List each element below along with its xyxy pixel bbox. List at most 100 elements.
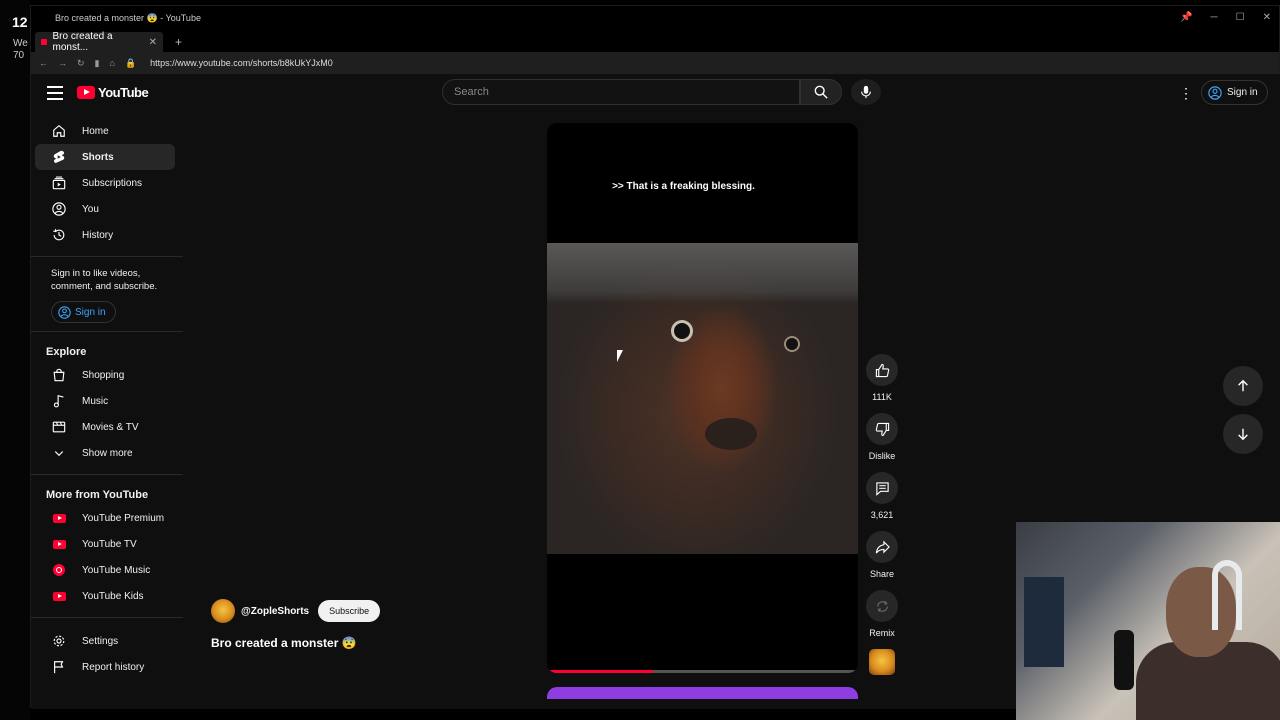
desktop-text-1: We <box>13 38 28 49</box>
youtube-logo[interactable]: YouTube <box>77 85 149 100</box>
home-browser-icon[interactable]: ⌂ <box>110 58 115 68</box>
sidebar-divider <box>31 617 183 618</box>
menu-icon[interactable] <box>47 86 63 100</box>
sidebar-item-youtube-premium[interactable]: YouTube Premium <box>35 505 175 531</box>
more-from-youtube-heading: More from YouTube <box>46 489 149 501</box>
sidebar-item-show-more[interactable]: Show more <box>35 440 175 466</box>
close-tab-icon[interactable]: ✕ <box>149 37 157 48</box>
sidebar-item-shorts[interactable]: Shorts <box>35 144 175 170</box>
microphone-icon <box>861 85 871 99</box>
youtube-logo-text: YouTube <box>98 85 149 100</box>
sidebar-item-label: YouTube TV <box>82 538 137 550</box>
remix-action[interactable]: Remix <box>859 590 905 638</box>
sidebar-item-settings[interactable]: Settings <box>35 628 175 654</box>
dislike-action[interactable]: Dislike <box>859 413 905 461</box>
share-button[interactable] <box>866 531 898 563</box>
sidebar-item-music[interactable]: Music <box>35 388 175 414</box>
video-progress-fill <box>547 670 653 673</box>
like-button[interactable] <box>866 354 898 386</box>
sidebar-item-youtube-kids[interactable]: YouTube Kids <box>35 583 175 609</box>
video-frame-dog[interactable] <box>547 243 858 554</box>
sidebar-sign-in-label: Sign in <box>75 306 106 318</box>
sidebar-item-shopping[interactable]: Shopping <box>35 362 175 388</box>
comments-button[interactable] <box>866 472 898 504</box>
video-progress-bar[interactable] <box>547 670 858 673</box>
back-icon[interactable]: ← <box>39 58 48 68</box>
youtube-tv-icon <box>52 539 66 549</box>
new-tab-icon[interactable]: + <box>163 35 194 52</box>
subscribe-button[interactable]: Subscribe <box>318 600 381 622</box>
sidebar-item-movies[interactable]: Movies & TV <box>35 414 175 440</box>
sidebar-divider <box>31 474 183 475</box>
channel-handle[interactable]: @ZopleShorts <box>241 606 309 617</box>
sidebar-item-label: History <box>82 229 114 241</box>
share-action[interactable]: Share <box>859 531 905 579</box>
sign-in-button[interactable]: Sign in <box>1201 80 1268 105</box>
url-field[interactable]: https://www.youtube.com/shorts/b8kUkYJxM… <box>150 58 333 68</box>
dislike-button[interactable] <box>866 413 898 445</box>
sign-in-label: Sign in <box>1227 87 1258 98</box>
shorts-player[interactable]: >> That is a freaking blessing. <box>547 123 858 673</box>
minimize-icon[interactable]: ─ <box>1211 12 1218 23</box>
next-short-preview[interactable] <box>547 687 858 699</box>
sidebar-item-report-history[interactable]: Report history <box>35 654 175 680</box>
sidebar-item-label: YouTube Kids <box>82 590 144 602</box>
sidebar-item-label: Shorts <box>82 151 114 163</box>
masthead: YouTube Search ⋮ Sign in <box>31 74 1280 118</box>
comments-action[interactable]: 3,621 <box>859 472 905 520</box>
sidebar-item-history[interactable]: History <box>35 222 175 248</box>
youtube-premium-icon <box>52 513 66 523</box>
video-caption: >> That is a freaking blessing. <box>612 181 755 192</box>
share-icon <box>875 540 890 554</box>
bookmark-icon[interactable]: ▮ <box>95 58 100 69</box>
chevron-down-icon <box>52 446 66 460</box>
dislike-label: Dislike <box>868 451 896 461</box>
next-short-button[interactable] <box>1223 414 1263 454</box>
like-action[interactable]: 111K <box>859 354 905 402</box>
pin-icon[interactable]: 📌 <box>1180 12 1192 23</box>
voice-search-button[interactable] <box>851 79 881 105</box>
sidebar-item-youtube-music[interactable]: YouTube Music <box>35 557 175 583</box>
browser-tab[interactable]: Bro created a monst... ✕ <box>35 31 163 53</box>
subscriptions-icon <box>52 176 66 190</box>
channel-avatar-action[interactable] <box>859 649 905 675</box>
flag-icon <box>52 660 66 674</box>
sidebar-item-label: Movies & TV <box>82 421 139 433</box>
desktop-text-2: 70 <box>13 50 25 61</box>
tab-strip: Bro created a monst... ✕ + <box>31 30 1279 53</box>
sidebar-divider <box>31 256 183 257</box>
webcam-overlay <box>1016 522 1280 720</box>
search-input[interactable]: Search <box>442 79 800 105</box>
channel-avatar[interactable] <box>211 599 235 623</box>
window-titlebar: Bro created a monster 😨 - YouTube 📌 ─ ☐ … <box>31 6 1279 30</box>
remix-label: Remix <box>869 628 895 638</box>
history-icon <box>52 228 66 242</box>
forward-icon[interactable]: → <box>58 58 67 68</box>
account-icon <box>58 305 71 319</box>
youtube-music-icon <box>53 564 65 576</box>
search-button[interactable] <box>800 79 842 105</box>
sidebar-sign-in-button[interactable]: Sign in <box>51 301 116 323</box>
desktop-clock: 12 <box>12 14 28 30</box>
settings-menu-icon[interactable]: ⋮ <box>1179 85 1193 102</box>
previous-short-button[interactable] <box>1223 366 1263 406</box>
sidebar-item-you[interactable]: You <box>35 196 175 222</box>
shorts-icon <box>52 150 66 164</box>
sidebar-item-label: YouTube Music <box>82 564 151 576</box>
sidebar-item-home[interactable]: Home <box>35 118 175 144</box>
remix-icon <box>876 600 888 612</box>
sidebar-item-label: Home <box>82 125 109 137</box>
sidebar-item-subscriptions[interactable]: Subscriptions <box>35 170 175 196</box>
sidebar-item-youtube-tv[interactable]: YouTube TV <box>35 531 175 557</box>
sidebar-item-label: Music <box>82 395 109 407</box>
reload-icon[interactable]: ↻ <box>77 58 85 69</box>
comment-count: 3,621 <box>870 510 894 520</box>
channel-avatar[interactable] <box>869 649 895 675</box>
sidebar-item-label: YouTube Premium <box>82 512 165 524</box>
search-icon <box>814 85 828 99</box>
remix-button[interactable] <box>866 590 898 622</box>
movies-icon <box>52 420 66 434</box>
close-window-icon[interactable]: ✕ <box>1263 12 1271 23</box>
maximize-icon[interactable]: ☐ <box>1236 12 1245 23</box>
sidebar-item-label: Settings <box>82 635 119 647</box>
